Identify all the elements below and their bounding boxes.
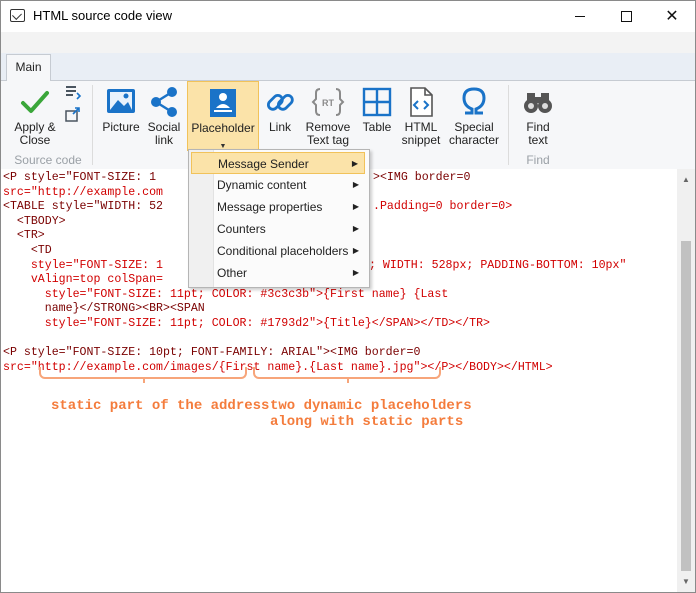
remove-text-tag-button[interactable]: RT Remove Text tag — [301, 81, 355, 159]
code-line: <TBODY> — [3, 214, 66, 228]
html-snippet-button[interactable]: HTML snippet — [398, 81, 444, 159]
share-icon — [151, 87, 177, 117]
menu-item-message-sender[interactable]: Message Sender ▶ — [191, 152, 365, 174]
link-button[interactable]: Link — [261, 81, 299, 159]
menu-item-label: Message Sender — [218, 157, 309, 171]
table-icon — [362, 87, 392, 117]
chevron-right-icon: ▶ — [352, 268, 359, 277]
placeholder-menu: Message Sender ▶ Dynamic content ▶ Message… — [188, 149, 370, 288]
menu-item-other[interactable]: Other ▶ — [191, 262, 365, 284]
special-character-label: Special character — [448, 120, 500, 147]
code-line: .Padding=0 border=0> — [373, 200, 513, 214]
html-snippet-label: HTML snippet — [401, 120, 441, 147]
picture-icon — [107, 89, 135, 113]
chevron-right-icon: ▶ — [351, 159, 358, 168]
ribbon-separator — [92, 85, 93, 165]
code-line: src="http://example.com — [3, 185, 164, 199]
app-window: HTML source code view ✕ Main Apply & Clo… — [0, 0, 696, 593]
code-line: <P style="FONT-SIZE: 1 — [3, 171, 156, 186]
chevron-right-icon: ▶ — [352, 202, 359, 211]
title-bar: HTML source code view ✕ — [1, 1, 695, 32]
code-line: ; WIDTH: 528px; PADDING-BOTTOM: 10px" — [369, 258, 627, 272]
code-line: style="FONT-SIZE: 11pt; COLOR: #3c3c3b">… — [3, 287, 449, 301]
social-link-label: Social link — [147, 120, 181, 147]
apply-close-label: Apply & Close — [14, 120, 56, 147]
find-text-button[interactable]: Find text — [515, 81, 561, 159]
tab-strip — [1, 53, 695, 81]
maximize-button[interactable] — [603, 1, 649, 32]
code-segment: ><IMG border=0 — [373, 171, 471, 184]
menu-item-label: Conditional placeholders — [217, 244, 349, 258]
menu-item-label: Message properties — [217, 200, 323, 214]
menu-item-message-properties[interactable]: Message properties ▶ — [191, 196, 365, 218]
chevron-right-icon: ▶ — [352, 180, 359, 189]
remove-tag-icon: RT — [311, 88, 345, 116]
code-line: <TABLE style="WIDTH: 52 — [3, 200, 164, 214]
remove-text-tag-label: Remove Text tag — [305, 120, 351, 147]
code-line: <TR> — [3, 229, 45, 243]
code-line: <TD — [3, 244, 52, 257]
dynamic-part-bracket — [253, 367, 441, 383]
html-snippet-icon — [410, 87, 433, 117]
chevron-right-icon: ▶ — [352, 224, 359, 233]
annotation-static: static part of the address — [51, 398, 270, 414]
chevron-right-icon: ▶ — [352, 246, 359, 255]
menu-item-label: Dynamic content — [217, 178, 307, 192]
maximize-icon — [620, 11, 632, 22]
placeholder-label: Placeholder — [191, 121, 255, 135]
menu-item-dynamic-content[interactable]: Dynamic content ▶ — [191, 174, 365, 196]
code-segment: <P style="FONT-SIZE: 1 — [3, 171, 157, 184]
rt-glyph: RT — [322, 98, 334, 108]
social-link-button[interactable]: Social link — [144, 81, 184, 159]
omega-icon — [462, 87, 486, 115]
picture-label: Picture — [102, 120, 140, 134]
picture-button[interactable]: Picture — [98, 81, 144, 159]
code-line: style="FONT-SIZE: 11pt; COLOR: #1793d2">… — [3, 317, 491, 330]
format-code-icon[interactable] — [64, 85, 82, 101]
binoculars-icon — [524, 93, 552, 113]
minimize-icon — [575, 16, 585, 17]
scroll-down-icon[interactable]: ▼ — [682, 577, 690, 586]
checkmark-icon — [21, 91, 49, 113]
group-label-find: Find — [526, 153, 550, 167]
menu-item-counters[interactable]: Counters ▶ — [191, 218, 365, 240]
minimize-button[interactable] — [557, 1, 603, 32]
tab-main[interactable]: Main — [6, 54, 51, 81]
code-line: name}</STRONG><BR><SPAN — [3, 302, 205, 316]
find-text-label: Find text — [526, 120, 550, 147]
placeholder-button[interactable]: Placeholder ▼ — [187, 81, 259, 151]
code-line: ><IMG border=0 — [373, 171, 470, 186]
close-button[interactable]: ✕ — [649, 1, 695, 32]
table-button[interactable]: Table — [358, 81, 396, 159]
code-line: vAlign=top colSpan= — [3, 273, 164, 287]
apply-close-button[interactable]: Apply & Close — [7, 81, 63, 159]
menu-item-conditional-placeholders[interactable]: Conditional placeholders ▶ — [191, 240, 365, 262]
placeholder-icon — [210, 89, 236, 117]
static-part-bracket — [39, 367, 247, 383]
vertical-scrollbar[interactable]: ▲ ▼ — [677, 169, 695, 592]
export-icon[interactable] — [64, 105, 82, 123]
scroll-up-icon[interactable]: ▲ — [682, 175, 690, 184]
group-label-source-code: Source code — [14, 153, 82, 167]
annotation-dynamic: two dynamic placeholders along with stat… — [270, 398, 472, 430]
link-label: Link — [268, 120, 291, 134]
special-character-button[interactable]: Special character — [445, 81, 503, 159]
ribbon-separator — [508, 85, 509, 165]
app-icon — [10, 9, 25, 22]
close-icon: ✕ — [665, 7, 679, 25]
code-line: style="FONT-SIZE: 1 — [3, 258, 164, 272]
window-title: HTML source code view — [33, 8, 172, 23]
menu-item-label: Counters — [217, 222, 266, 236]
scrollbar-thumb[interactable] — [681, 241, 691, 571]
menu-item-label: Other — [217, 266, 248, 280]
table-label: Table — [362, 120, 392, 134]
link-icon — [266, 93, 294, 111]
code-line: <P style="FONT-SIZE: 10pt; FONT-FAMILY: … — [3, 346, 421, 360]
